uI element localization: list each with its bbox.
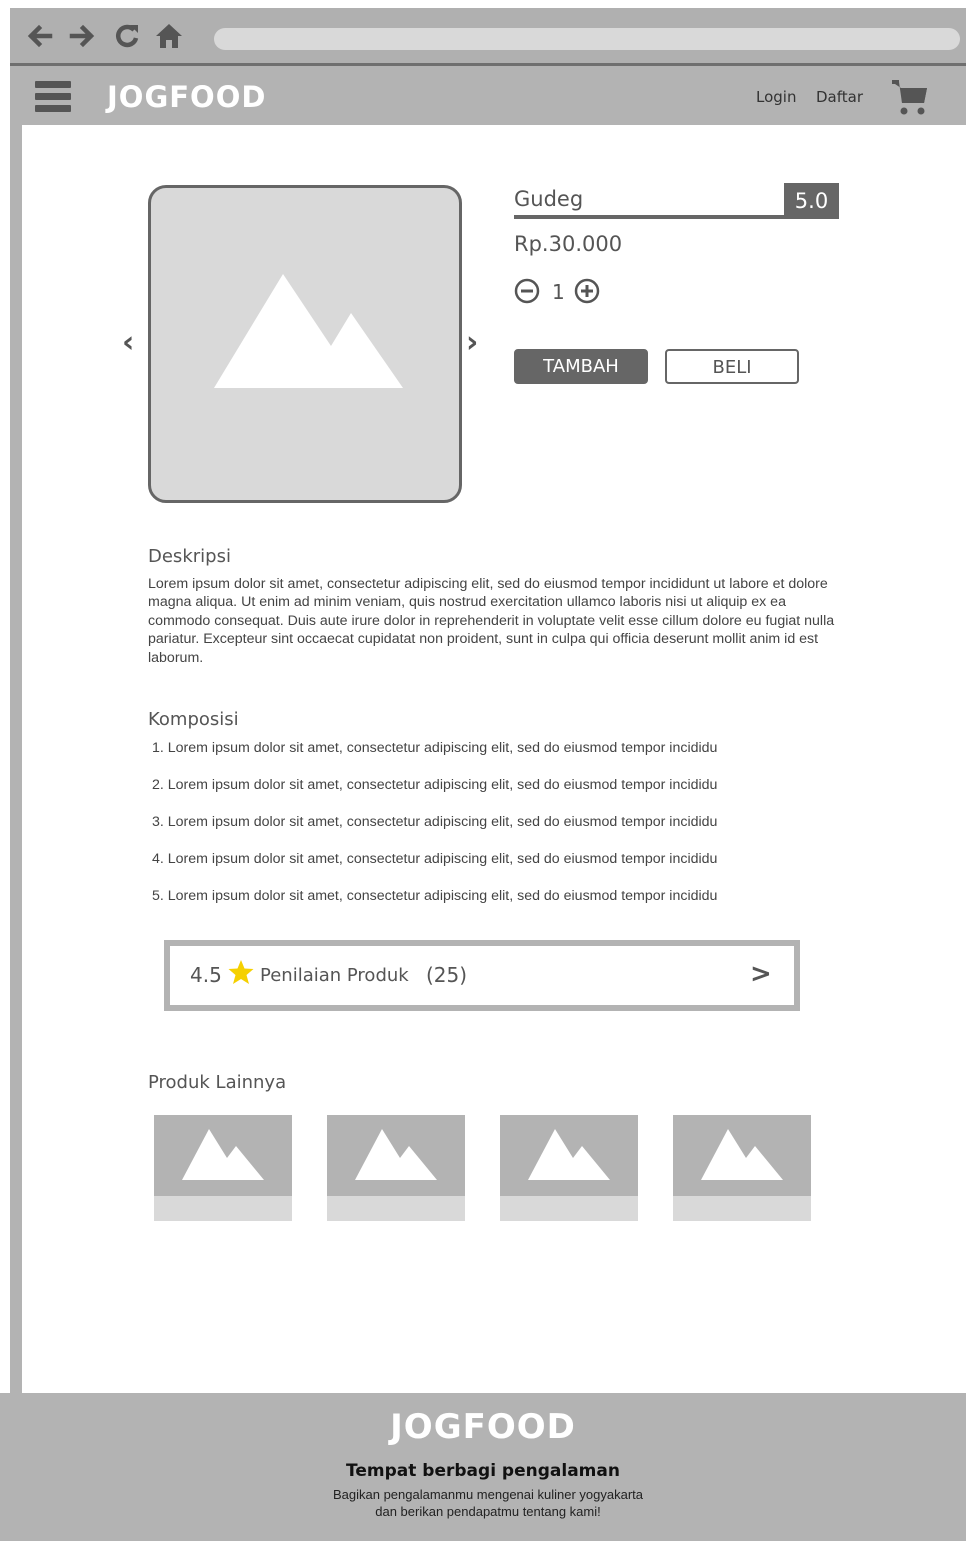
- image-placeholder-icon: [355, 1129, 437, 1180]
- add-button[interactable]: TAMBAH: [514, 349, 648, 384]
- product-caption-placeholder: [327, 1196, 465, 1221]
- daftar-link[interactable]: Daftar: [816, 88, 863, 106]
- composition-item: 2. Lorem ipsum dolor sit amet, consectet…: [152, 777, 718, 793]
- image-placeholder-icon: [701, 1129, 783, 1180]
- footer-tagline: Tempat berbagi pengalaman: [346, 1461, 620, 1481]
- site-logo[interactable]: JOGFOOD: [107, 79, 266, 115]
- product-caption-placeholder: [673, 1196, 811, 1221]
- reload-icon[interactable]: [112, 21, 142, 51]
- footer-logo-text: JOGFOOD: [390, 1407, 576, 1447]
- footer-logo: JOGFOOD: [0, 1405, 966, 1449]
- description-text: Lorem ipsum dolor sit amet, consectetur …: [148, 576, 835, 666]
- image-placeholder-icon: [528, 1129, 610, 1180]
- browser-window: JOGFOOD Login Daftar ‹ › Gudeg 5.0 Rp.30…: [10, 8, 966, 1541]
- next-image-icon[interactable]: ›: [466, 325, 478, 360]
- composition-title: Komposisi: [148, 709, 239, 730]
- back-arrow-icon[interactable]: [24, 21, 54, 51]
- product-thumbnail: [673, 1115, 811, 1196]
- site-header: JOGFOOD Login Daftar: [10, 69, 966, 125]
- product-name: Gudeg: [514, 187, 584, 211]
- star-icon: [228, 960, 254, 984]
- product-title-bar: Gudeg 5.0: [514, 183, 839, 220]
- menu-icon[interactable]: [35, 81, 71, 113]
- review-count: (25): [426, 963, 468, 987]
- buy-button[interactable]: BELI: [665, 349, 799, 384]
- main-content: ‹ › Gudeg 5.0 Rp.30.000 1 TAMBAH BELI De…: [22, 125, 966, 1401]
- other-product-card[interactable]: [673, 1115, 811, 1221]
- quantity-value: 1: [552, 280, 565, 304]
- site-footer: JOGFOOD Tempat berbagi pengalaman Bagika…: [0, 1393, 966, 1541]
- footer-text: Bagikan pengalamanmu mengenai kuliner yo…: [332, 1487, 644, 1519]
- composition-item: 3. Lorem ipsum dolor sit amet, consectet…: [152, 814, 718, 830]
- product-caption-placeholder: [500, 1196, 638, 1221]
- cart-icon[interactable]: [890, 79, 930, 117]
- review-label: Penilaian Produk: [260, 965, 409, 986]
- other-product-card[interactable]: [154, 1115, 292, 1221]
- login-link[interactable]: Login: [756, 88, 796, 106]
- plus-icon[interactable]: [574, 278, 600, 304]
- product-image: [148, 185, 462, 503]
- prev-image-icon[interactable]: ‹: [122, 325, 134, 360]
- other-products-title: Produk Lainnya: [148, 1072, 287, 1093]
- logo-text: JOGFOOD: [107, 80, 267, 114]
- rating-badge: 5.0: [784, 183, 839, 219]
- browser-toolbar: [10, 8, 966, 66]
- other-product-card[interactable]: [500, 1115, 638, 1221]
- forward-arrow-icon[interactable]: [68, 21, 98, 51]
- product-review-link[interactable]: 4.5 Penilaian Produk (25) >: [164, 940, 800, 1011]
- product-thumbnail: [500, 1115, 638, 1196]
- home-icon[interactable]: [154, 21, 184, 51]
- description-title: Deskripsi: [148, 546, 231, 567]
- composition-item: 4. Lorem ipsum dolor sit amet, consectet…: [152, 851, 718, 867]
- chevron-right-icon: >: [750, 959, 772, 989]
- url-bar[interactable]: [214, 28, 960, 50]
- other-product-card[interactable]: [327, 1115, 465, 1221]
- composition-item: 1. Lorem ipsum dolor sit amet, consectet…: [152, 740, 718, 756]
- minus-icon[interactable]: [514, 278, 540, 304]
- product-thumbnail: [327, 1115, 465, 1196]
- product-thumbnail: [154, 1115, 292, 1196]
- product-caption-placeholder: [154, 1196, 292, 1221]
- composition-item: 5. Lorem ipsum dolor sit amet, consectet…: [152, 888, 718, 904]
- product-price: Rp.30.000: [514, 232, 623, 256]
- image-placeholder-icon: [182, 1129, 264, 1180]
- image-placeholder-icon: [214, 274, 403, 388]
- review-score: 4.5: [190, 963, 222, 987]
